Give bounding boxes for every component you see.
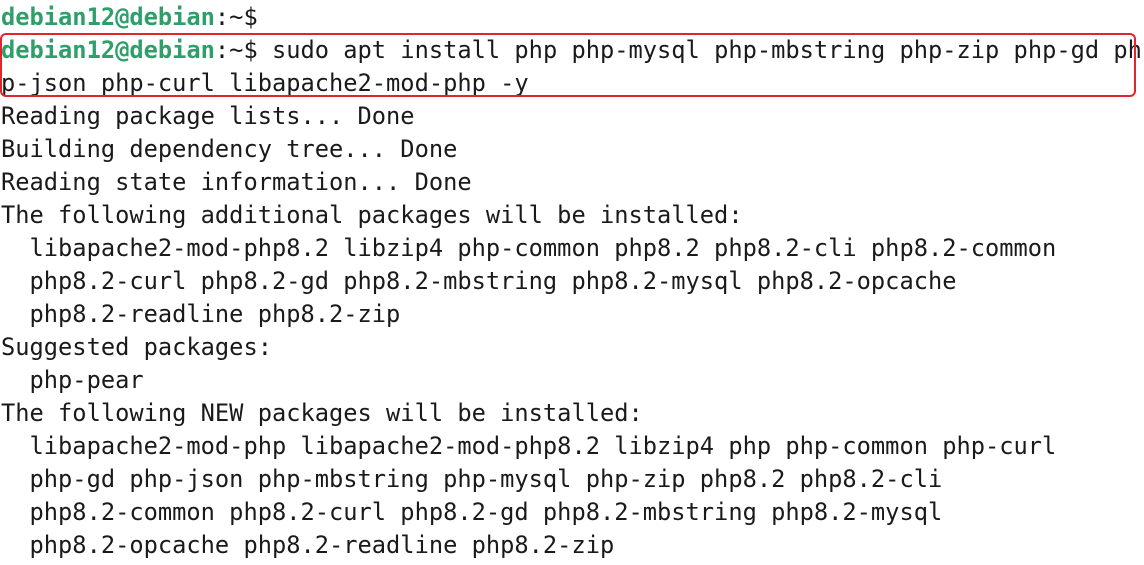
output-line: php8.2-readline php8.2-zip [1, 300, 401, 328]
output-line: The following NEW packages will be insta… [1, 399, 643, 427]
prompt-user-host: debian12@debian [1, 3, 215, 31]
output-line: php-pear [1, 366, 144, 394]
output-line: php8.2-opcache php8.2-readline php8.2-zi… [1, 531, 615, 559]
output-line: php8.2-curl php8.2-gd php8.2-mbstring ph… [1, 267, 957, 295]
output-line: php8.2-common php8.2-curl php8.2-gd php8… [1, 498, 943, 526]
prompt-suffix: :~$ [214, 3, 258, 31]
output-line: libapache2-mod-php8.2 libzip4 php-common… [1, 234, 1057, 262]
terminal-window[interactable]: debian12@debian:~$ debian12@debian:~$ su… [0, 0, 1144, 565]
command-highlight-box [0, 33, 1136, 97]
output-line: libapache2-mod-php libapache2-mod-php8.2… [1, 432, 1057, 460]
output-line: php-gd php-json php-mbstring php-mysql p… [1, 465, 943, 493]
output-line: Building dependency tree... Done [1, 135, 458, 163]
output-line: Suggested packages: [1, 333, 272, 361]
output-line: Reading state information... Done [1, 168, 472, 196]
output-line: Reading package lists... Done [1, 102, 415, 130]
output-line: The following additional packages will b… [1, 201, 743, 229]
prompt-line: debian12@debian:~$ [1, 1, 258, 34]
